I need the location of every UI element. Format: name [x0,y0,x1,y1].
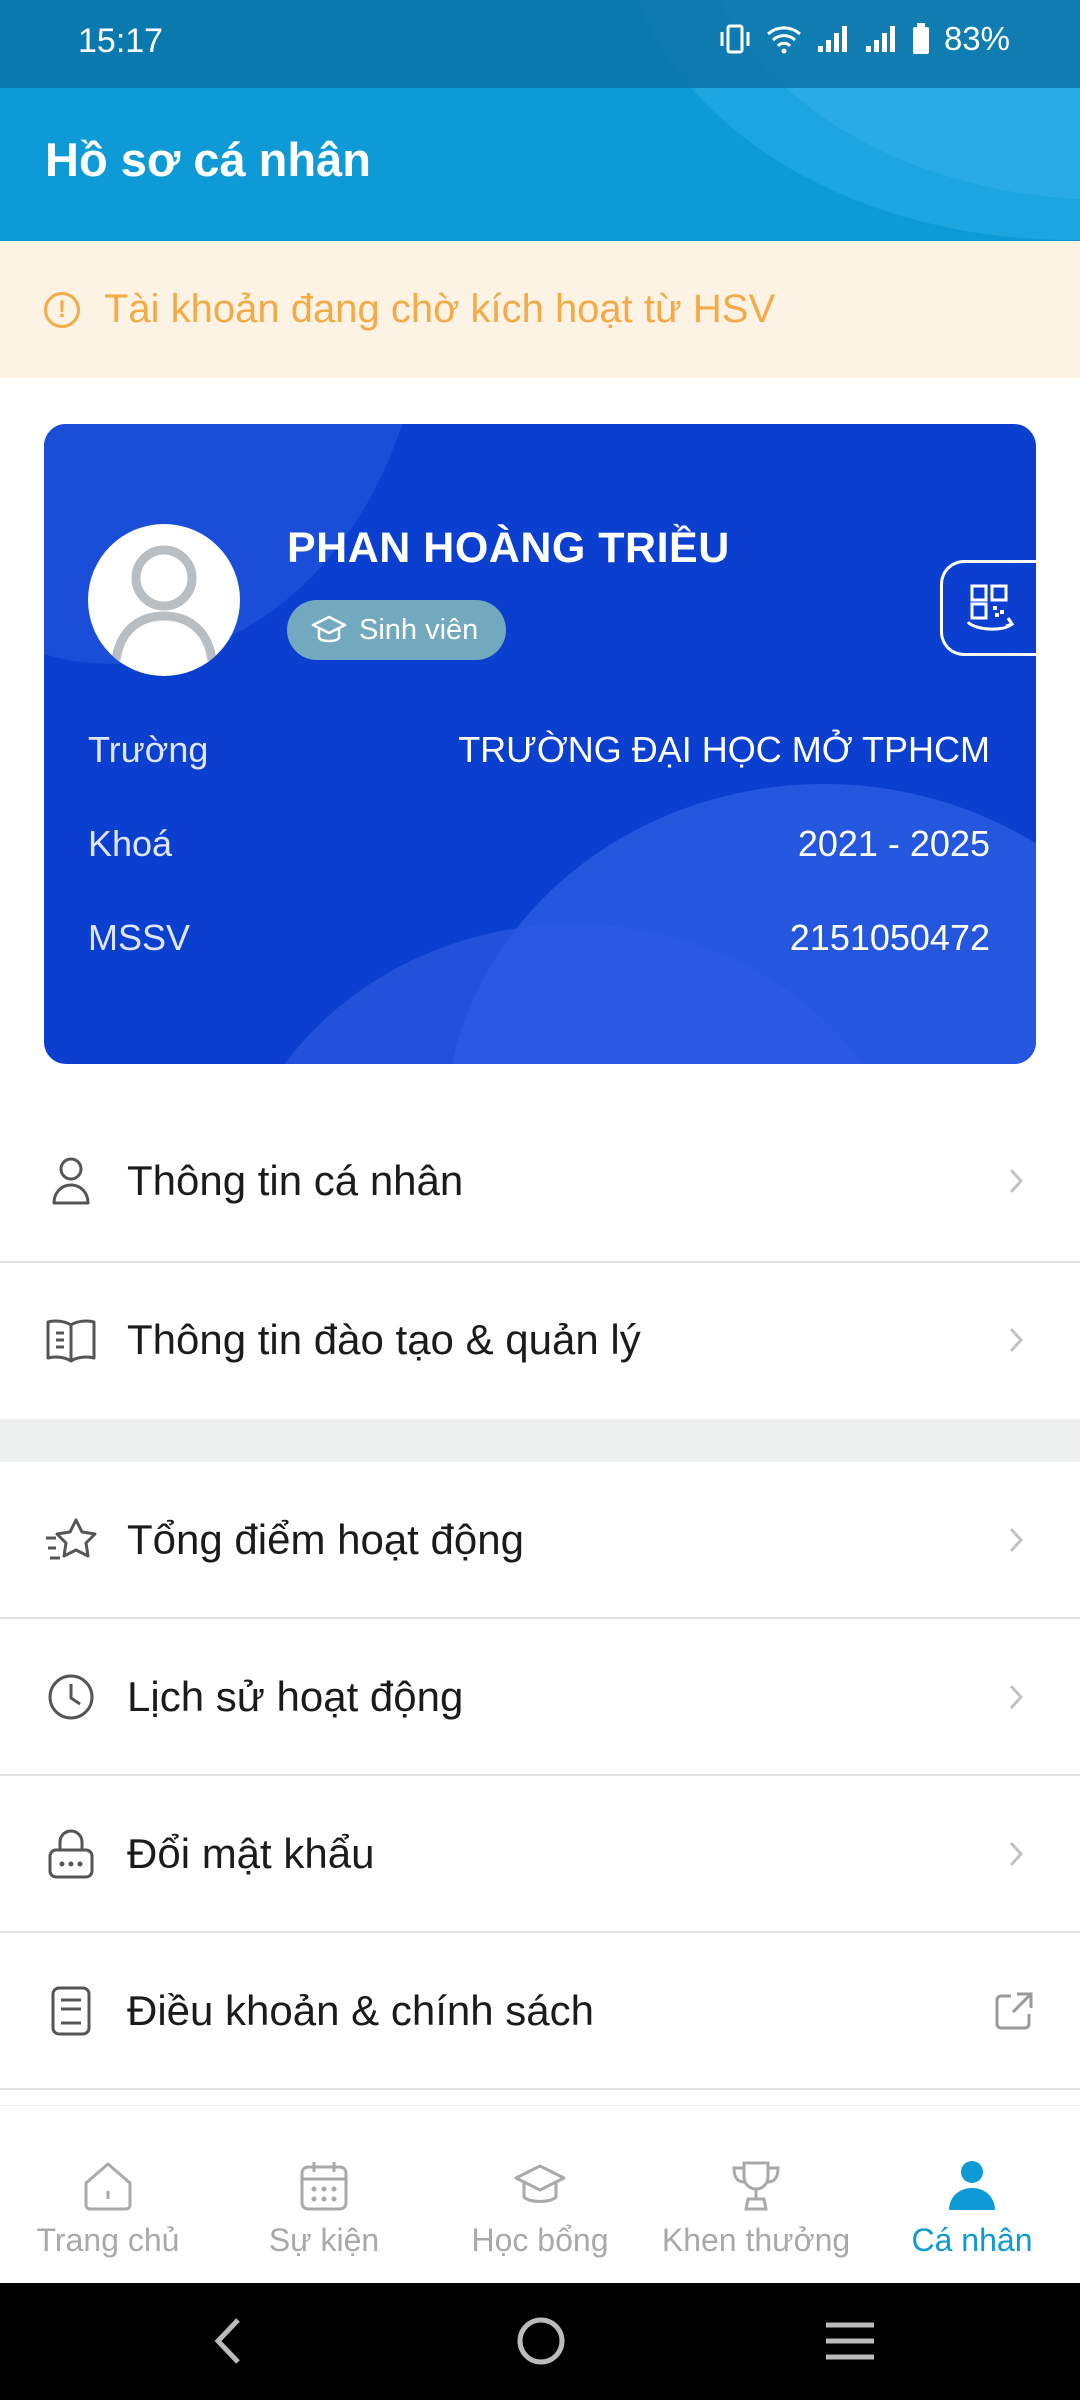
chevron-right-icon [1002,1683,1030,1711]
menu-label: Điều khoản & chính sách [127,1987,594,2034]
student-name: PHAN HOÀNG TRIỀU [287,524,730,572]
graduation-cap-icon [510,2156,570,2216]
page-title: Hồ sơ cá nhân [45,133,371,186]
nav-awards[interactable]: Khen thưởng [648,2106,864,2284]
wifi-icon [766,26,801,54]
graduation-cap-icon [311,615,347,643]
book-icon [44,1313,98,1367]
signal-icon [865,26,895,52]
alert-circle-icon: ! [44,291,80,328]
app-header: 15:17 83% Hồ sơ cá nhân [0,0,1080,241]
qr-code-button[interactable] [940,560,1036,656]
default-avatar-icon [111,545,217,661]
menu-label: Thông tin cá nhân [127,1157,464,1204]
person-icon [942,2156,1002,2216]
info-value: TRƯỜNG ĐẠI HỌC MỞ TPHCM [458,729,990,770]
home-icon [78,2156,138,2216]
menu-label: Đổi mật khẩu [127,1830,375,1877]
menu-item-personal-info[interactable]: Thông tin cá nhân [0,1103,1080,1259]
menu-item-activity-history[interactable]: Lịch sử hoạt động [0,1619,1080,1775]
user-icon [44,1154,98,1208]
activation-warning-banner: ! Tài khoản đang chờ kích hoạt từ HSV [0,241,1080,378]
battery-icon [912,23,929,54]
nav-home[interactable]: Trang chủ [0,2106,216,2284]
menu-item-activity-points[interactable]: Tổng điểm hoạt động [0,1462,1080,1618]
vibrate-icon [720,24,750,54]
nav-label: Học bổng [471,2222,609,2258]
clock-icon [44,1670,98,1724]
nav-profile[interactable]: Cá nhân [864,2106,1080,2284]
section-gap [0,1419,1080,1462]
nav-label: Trang chủ [36,2222,180,2258]
info-value: 2021 - 2025 [797,823,990,864]
info-label: Trường [88,729,209,770]
menu-item-change-password[interactable]: Đổi mật khẩu [0,1776,1080,1932]
avatar[interactable] [88,524,240,676]
qr-code-icon [966,584,1014,631]
chevron-right-icon [1002,1167,1030,1195]
student-card: PHAN HOÀNG TRIỀU Sinh viên Trường TRƯỜNG… [44,424,1036,1064]
nav-label: Sự kiện [268,2222,380,2258]
status-time: 15:17 [78,22,164,60]
menu-label: Lịch sử hoạt động [127,1673,464,1720]
menu-label: Tổng điểm hoạt động [127,1516,524,1563]
status-icons: 83% [718,20,1010,58]
chevron-right-icon [1002,1526,1030,1554]
back-icon[interactable] [193,2309,263,2373]
lock-icon [44,1827,98,1881]
info-value: 2151050472 [789,917,990,958]
role-label: Sinh viên [359,613,479,646]
home-button-icon[interactable] [506,2309,576,2373]
trophy-icon [726,2156,786,2216]
document-icon [44,1984,98,2038]
nav-events[interactable]: Sự kiện [216,2106,432,2284]
menu-label: Thông tin đào tạo & quản lý [127,1316,641,1363]
info-label: Khoá [88,823,173,864]
bottom-navigation: Trang chủ Sự kiện Học bổng Khen thưởng C… [0,2105,1080,2284]
battery-percent: 83% [943,20,1010,57]
calendar-icon [294,2156,354,2216]
nav-label: Khen thưởng [661,2222,851,2258]
system-navigation-bar [0,2283,1080,2400]
chevron-right-icon [1002,1326,1030,1354]
signal-icon [817,26,847,52]
nav-label: Cá nhân [911,2222,1033,2258]
divider [0,2088,1080,2090]
info-row-school: Trường TRƯỜNG ĐẠI HỌC MỞ TPHCM [88,729,990,771]
nav-scholarship[interactable]: Học bổng [432,2106,648,2284]
role-badge: Sinh viên [287,600,507,660]
chevron-right-icon [1002,1840,1030,1868]
external-link-icon [992,1989,1036,2033]
info-row-course: Khoá 2021 - 2025 [88,823,990,865]
info-label: MSSV [88,917,191,958]
banner-text: Tài khoản đang chờ kích hoạt từ HSV [104,287,776,331]
recents-menu-icon[interactable] [815,2309,885,2373]
star-icon [44,1513,98,1567]
info-row-student-id: MSSV 2151050472 [88,917,990,959]
menu-item-training-info[interactable]: Thông tin đào tạo & quản lý [0,1262,1080,1418]
menu-item-terms-policy[interactable]: Điều khoản & chính sách [0,1933,1080,2089]
